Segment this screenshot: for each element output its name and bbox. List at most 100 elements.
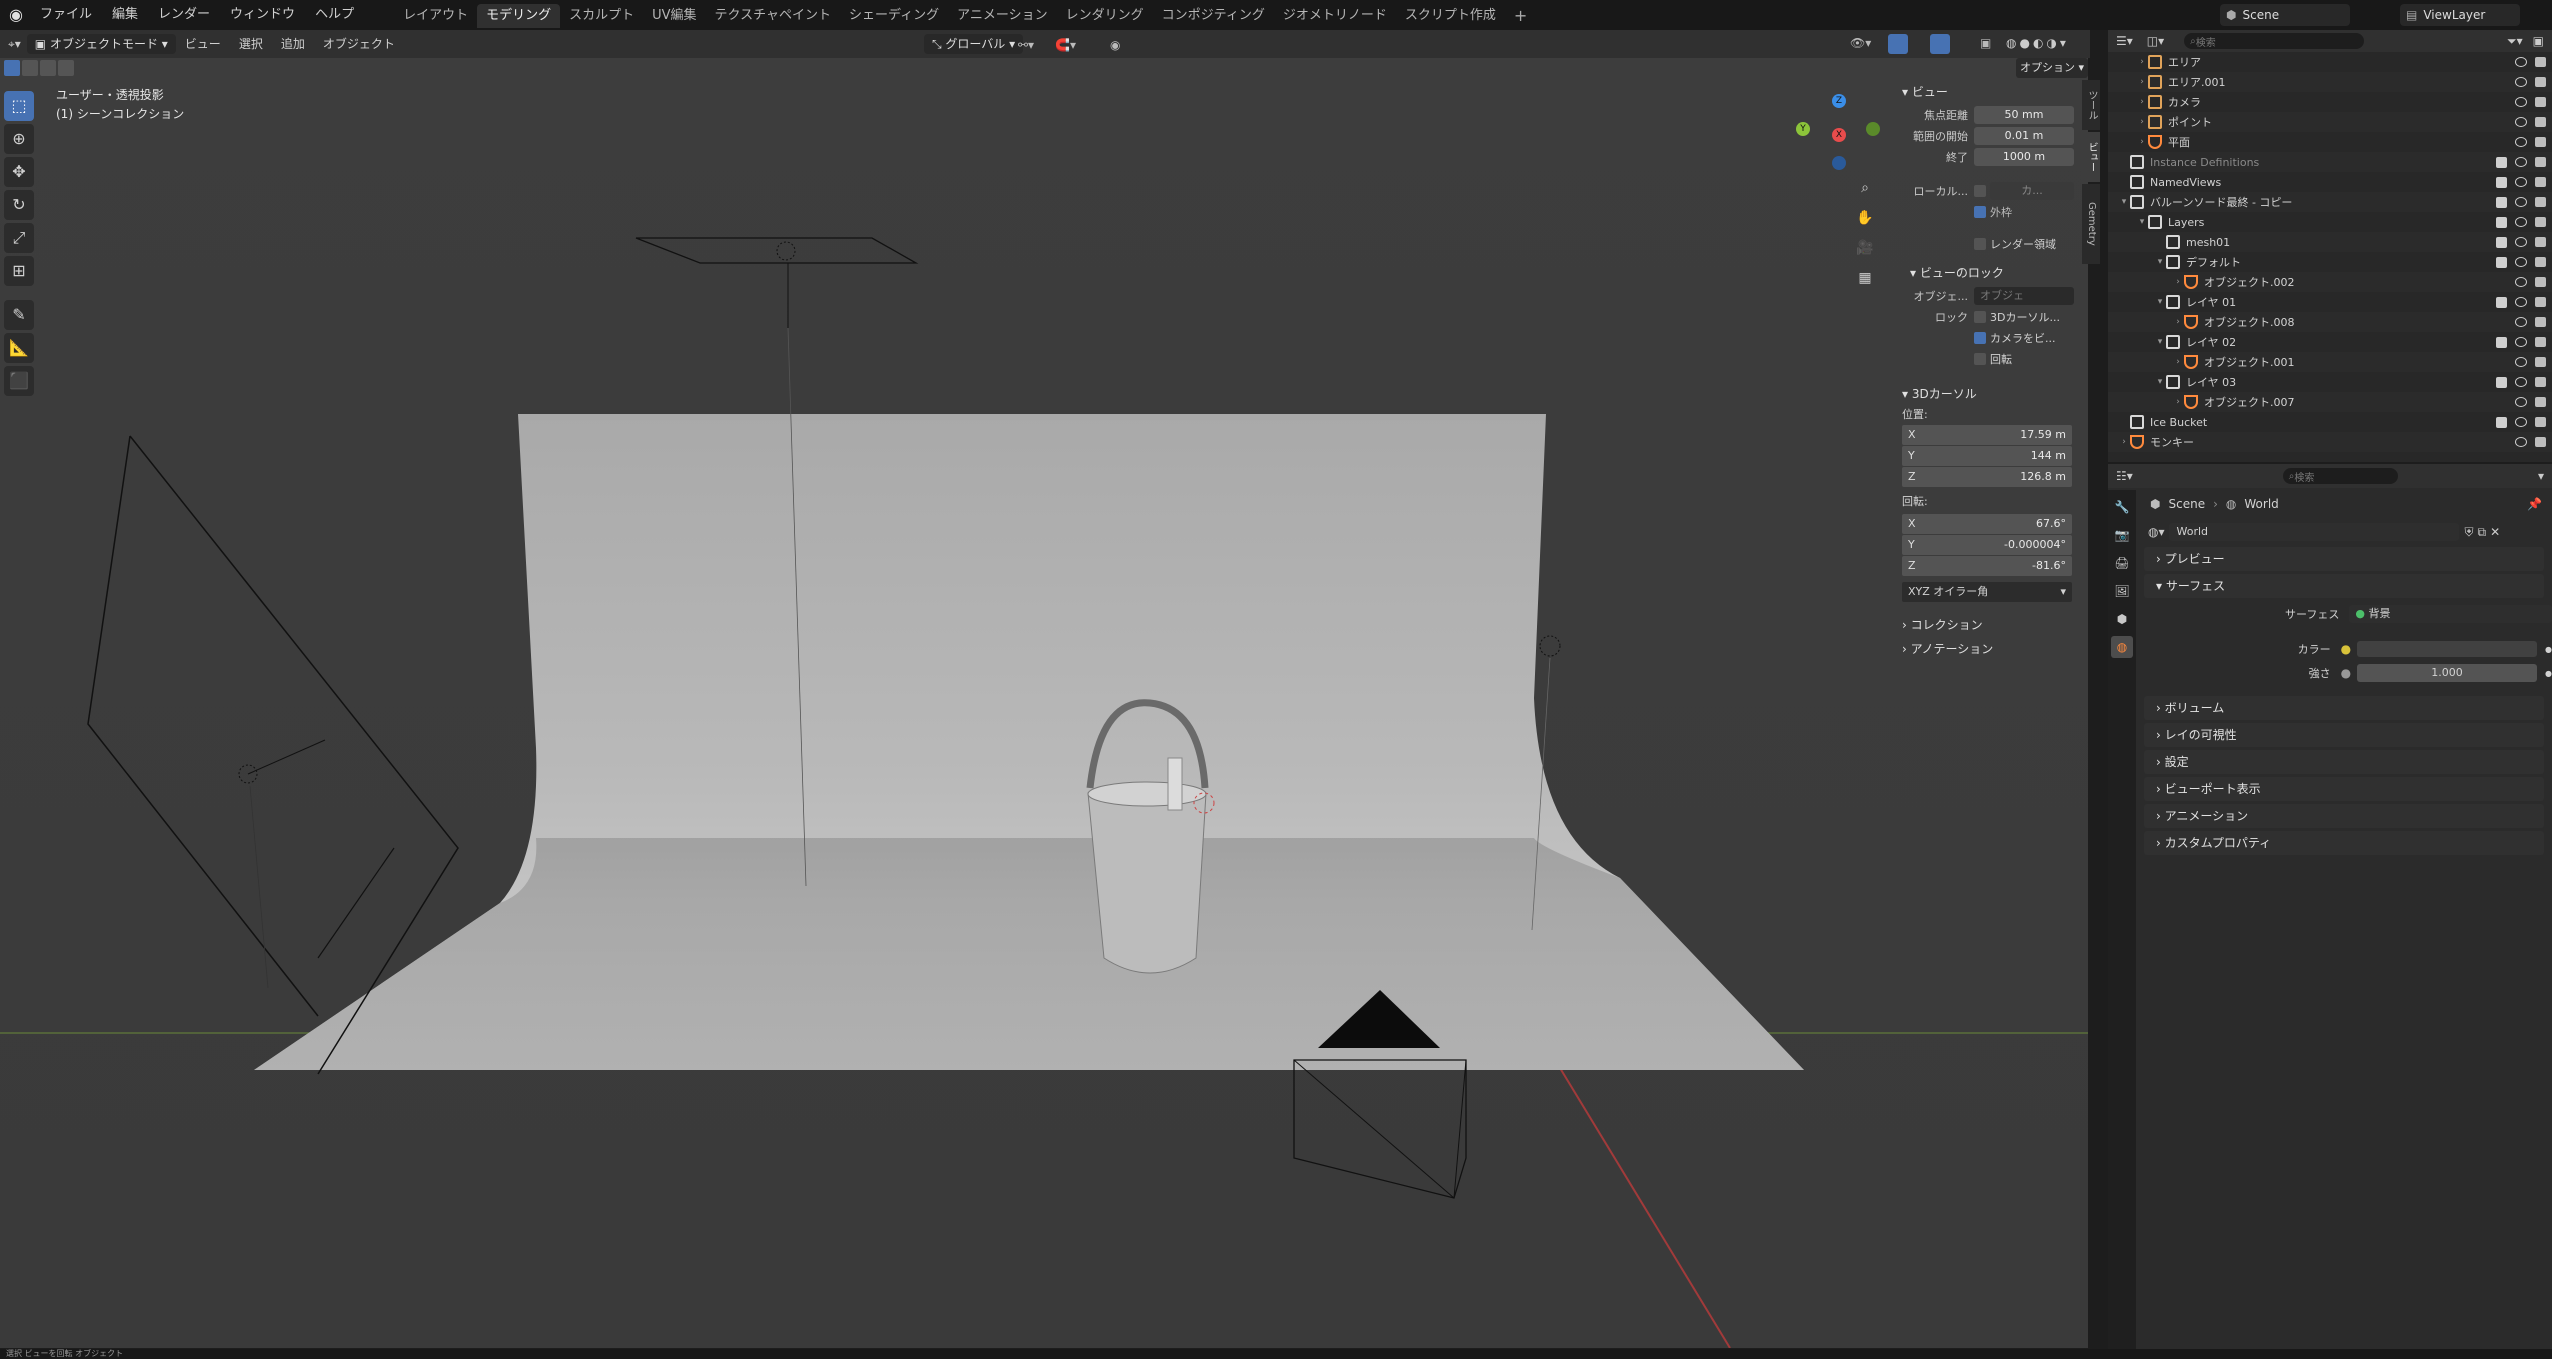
outliner-editor-icon[interactable]: ☰▾ bbox=[2116, 34, 2133, 48]
tab-texture-paint[interactable]: テクスチャペイント bbox=[706, 4, 840, 28]
expand-toggle-icon[interactable]: › bbox=[2172, 277, 2184, 287]
expand-toggle-icon[interactable]: › bbox=[2136, 117, 2148, 127]
cursor-rot-z[interactable]: Z -81.6° bbox=[1902, 556, 2072, 576]
eye-icon[interactable] bbox=[2515, 337, 2527, 347]
local-camera-field[interactable]: カ... bbox=[1990, 182, 2074, 200]
eye-icon[interactable] bbox=[2515, 137, 2527, 147]
outliner-row[interactable]: › オブジェクト.007 bbox=[2108, 392, 2552, 412]
sidebar-tab-geometry[interactable]: Gemetry bbox=[2082, 184, 2100, 264]
render-camera-icon[interactable] bbox=[2535, 157, 2546, 167]
camera-view-icon[interactable]: 🎥 bbox=[1854, 240, 1876, 270]
section-ray-visibility[interactable]: › レイの可視性 bbox=[2144, 723, 2544, 747]
strength-field[interactable]: 1.000 bbox=[2357, 664, 2538, 682]
new-collection-icon[interactable]: ▣ bbox=[2533, 34, 2544, 48]
render-camera-icon[interactable] bbox=[2535, 177, 2546, 187]
render-camera-icon[interactable] bbox=[2535, 117, 2546, 127]
overlay-toggle-icon[interactable] bbox=[1930, 34, 1950, 54]
scene-tab-icon[interactable]: ⬢ bbox=[2111, 608, 2133, 630]
lock-object-field[interactable]: オブジェ bbox=[1974, 287, 2074, 305]
outliner-row[interactable]: › オブジェクト.002 bbox=[2108, 272, 2552, 292]
outliner-row[interactable]: › カメラ bbox=[2108, 92, 2552, 112]
scene-selector[interactable]: ⬢ Scene bbox=[2220, 4, 2350, 26]
color-socket-icon[interactable]: ● bbox=[2341, 642, 2351, 656]
outliner-row[interactable]: ▾ レイヤ 02 bbox=[2108, 332, 2552, 352]
tab-rendering[interactable]: レンダリング bbox=[1057, 4, 1153, 28]
render-camera-icon[interactable] bbox=[2535, 97, 2546, 107]
chevron-down-icon[interactable]: ▾ bbox=[2538, 469, 2544, 483]
tool-settings-tab-icon[interactable]: 🔧 bbox=[2111, 496, 2133, 518]
expand-toggle-icon[interactable]: › bbox=[2118, 437, 2130, 447]
eye-icon[interactable] bbox=[2515, 257, 2527, 267]
ortho-toggle-icon[interactable]: ▦ bbox=[1854, 270, 1876, 300]
outliner-row[interactable]: › オブジェクト.001 bbox=[2108, 352, 2552, 372]
expand-toggle-icon[interactable]: › bbox=[2136, 57, 2148, 67]
eye-icon[interactable] bbox=[2515, 97, 2527, 107]
move-tool-icon[interactable]: ✥ bbox=[4, 157, 34, 187]
eye-icon[interactable] bbox=[2515, 197, 2527, 207]
local-camera-checkbox[interactable] bbox=[1974, 185, 1986, 197]
expand-toggle-icon[interactable]: › bbox=[2172, 317, 2184, 327]
eye-icon[interactable] bbox=[2515, 377, 2527, 387]
lock-camera-checkbox[interactable] bbox=[1974, 332, 1986, 344]
pan-hand-icon[interactable]: ✋ bbox=[1854, 210, 1876, 240]
tab-layout[interactable]: レイアウト bbox=[394, 4, 477, 28]
section-custom-properties[interactable]: › カスタムプロパティ bbox=[2144, 831, 2544, 855]
section-volume[interactable]: › ボリューム bbox=[2144, 696, 2544, 720]
eye-icon[interactable] bbox=[2515, 397, 2527, 407]
render-region-checkbox[interactable] bbox=[1974, 238, 1986, 250]
menu-select[interactable]: 選択 bbox=[230, 30, 272, 58]
world-tab-icon[interactable]: ◍ bbox=[2111, 636, 2133, 658]
menu-render[interactable]: レンダー bbox=[148, 0, 220, 30]
expand-toggle-icon[interactable]: ▾ bbox=[2118, 197, 2130, 207]
options-dropdown[interactable]: オプション ▾ bbox=[2016, 58, 2088, 78]
render-camera-icon[interactable] bbox=[2535, 357, 2546, 367]
transform-orientation-dropdown[interactable]: ⤡ グローバル ▾ bbox=[924, 34, 1024, 54]
outliner-row[interactable]: mesh01 bbox=[2108, 232, 2552, 252]
tab-uv-edit[interactable]: UV編集 bbox=[643, 4, 705, 28]
render-camera-icon[interactable] bbox=[2535, 417, 2546, 427]
expand-toggle-icon[interactable]: › bbox=[2136, 77, 2148, 87]
gizmo-toggle-icon[interactable] bbox=[1888, 34, 1908, 54]
expand-toggle-icon[interactable]: ▾ bbox=[2154, 377, 2166, 387]
eye-icon[interactable] bbox=[2515, 417, 2527, 427]
render-camera-icon[interactable] bbox=[2535, 437, 2546, 447]
tab-animation[interactable]: アニメーション bbox=[948, 4, 1056, 28]
render-camera-icon[interactable] bbox=[2535, 217, 2546, 227]
section-viewport-display[interactable]: › ビューポート表示 bbox=[2144, 777, 2544, 801]
menu-help[interactable]: ヘルプ bbox=[305, 0, 364, 30]
outliner-row[interactable]: › ポイント bbox=[2108, 112, 2552, 132]
eye-icon[interactable] bbox=[2515, 317, 2527, 327]
measure-tool-icon[interactable]: 📐 bbox=[4, 333, 34, 363]
gizmo-z-axis[interactable]: Z bbox=[1832, 94, 1846, 108]
color-keyframe-icon[interactable]: ● bbox=[2545, 645, 2552, 654]
filter-icon[interactable]: ⏷▾ bbox=[2507, 34, 2523, 49]
lock-3d-cursor-checkbox[interactable] bbox=[1974, 311, 1986, 323]
select-box-tool-icon[interactable]: ⬚ bbox=[4, 91, 34, 121]
outliner-row[interactable]: ▾ レイヤ 03 bbox=[2108, 372, 2552, 392]
outliner-row[interactable]: ▾ バルーンソード最終 - コピー bbox=[2108, 192, 2552, 212]
menu-view[interactable]: ビュー bbox=[176, 30, 230, 58]
eye-icon[interactable] bbox=[2515, 237, 2527, 247]
eye-icon[interactable] bbox=[2515, 177, 2527, 187]
world-color-swatch[interactable] bbox=[2357, 641, 2538, 657]
exclude-checkbox-icon[interactable] bbox=[2496, 336, 2507, 348]
world-browse-icon[interactable]: ◍▾ bbox=[2148, 525, 2165, 539]
annotation-section-header[interactable]: › アノテーション bbox=[1894, 637, 2078, 661]
surface-shader-field[interactable]: ● 背景 bbox=[2349, 605, 2552, 623]
clip-end-field[interactable]: 1000 m bbox=[1974, 148, 2074, 166]
gizmo-x-axis[interactable]: X bbox=[1832, 128, 1846, 142]
exclude-checkbox-icon[interactable] bbox=[2496, 176, 2507, 188]
exclude-checkbox-icon[interactable] bbox=[2496, 156, 2507, 168]
outliner-row[interactable]: › モンキー bbox=[2108, 432, 2552, 452]
section-preview[interactable]: › プレビュー bbox=[2144, 547, 2544, 571]
cursor-loc-z[interactable]: Z 126.8 m bbox=[1902, 467, 2072, 487]
view-section-header[interactable]: ▾ ビュー bbox=[1894, 80, 2078, 104]
render-camera-icon[interactable] bbox=[2535, 277, 2546, 287]
render-camera-icon[interactable] bbox=[2535, 257, 2546, 267]
view-layer-tab-icon[interactable]: 🖼 bbox=[2111, 580, 2133, 602]
exclude-checkbox-icon[interactable] bbox=[2496, 196, 2507, 208]
expand-toggle-icon[interactable]: ▾ bbox=[2154, 337, 2166, 347]
3d-viewport[interactable]: Z Y X ⌕ ✋ 🎥 ▦ bbox=[0, 58, 2088, 1348]
gizmo-neg-z-axis[interactable] bbox=[1832, 156, 1846, 170]
eye-icon[interactable] bbox=[2515, 157, 2527, 167]
